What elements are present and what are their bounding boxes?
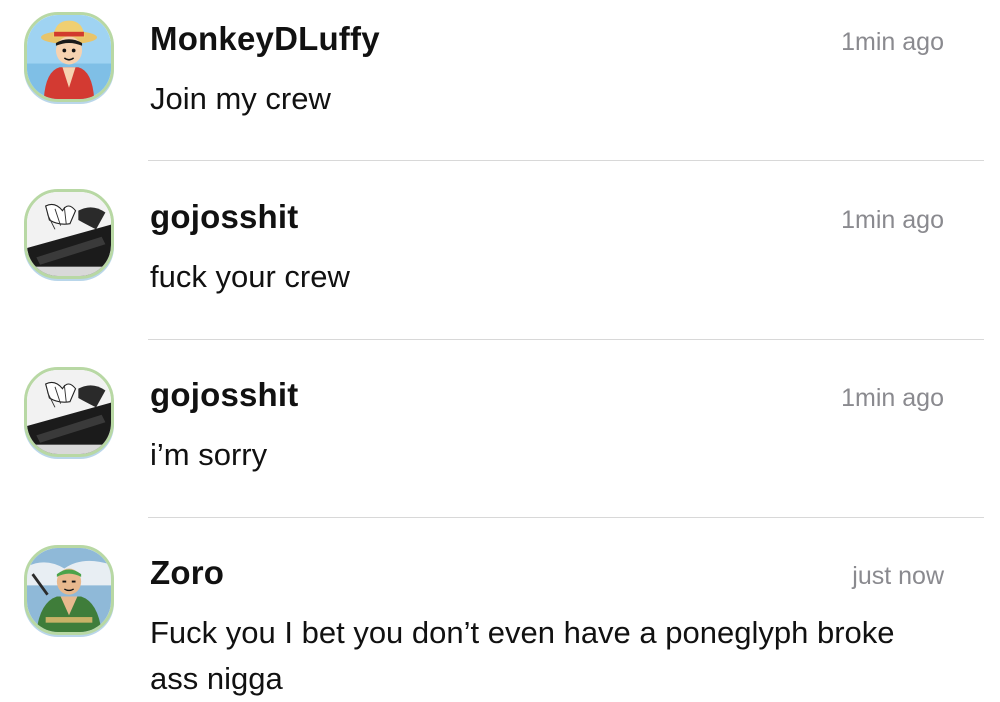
- username[interactable]: gojosshit: [150, 198, 298, 236]
- username[interactable]: MonkeyDLuffy: [150, 20, 380, 58]
- list-item: gojosshit 1min ago fuck your crew: [0, 161, 1000, 339]
- username[interactable]: gojosshit: [150, 376, 298, 414]
- luffy-avatar-icon[interactable]: [24, 12, 114, 102]
- message-text: Join my crew: [150, 81, 331, 116]
- list-item: MonkeyDLuffy 1min ago Join my crew: [0, 0, 1000, 161]
- timestamp: 1min ago: [841, 206, 944, 234]
- zoro-avatar-icon[interactable]: [24, 545, 114, 635]
- message-text: Fuck you I bet you don’t even have a pon…: [150, 615, 895, 696]
- timestamp: just now: [852, 562, 944, 590]
- username[interactable]: Zoro: [150, 554, 224, 592]
- list-item: Zoro just now Fuck you I bet you don’t e…: [0, 517, 1000, 701]
- message-text: fuck your crew: [150, 259, 350, 294]
- list-item: gojosshit 1min ago i’m sorry: [0, 339, 1000, 517]
- timestamp: 1min ago: [841, 28, 944, 56]
- timestamp: 1min ago: [841, 384, 944, 412]
- manga-avatar-icon[interactable]: [24, 189, 114, 279]
- comment-feed: MonkeyDLuffy 1min ago Join my crew gojos…: [0, 0, 1000, 701]
- manga-avatar-icon[interactable]: [24, 367, 114, 457]
- message-text: i’m sorry: [150, 437, 268, 472]
